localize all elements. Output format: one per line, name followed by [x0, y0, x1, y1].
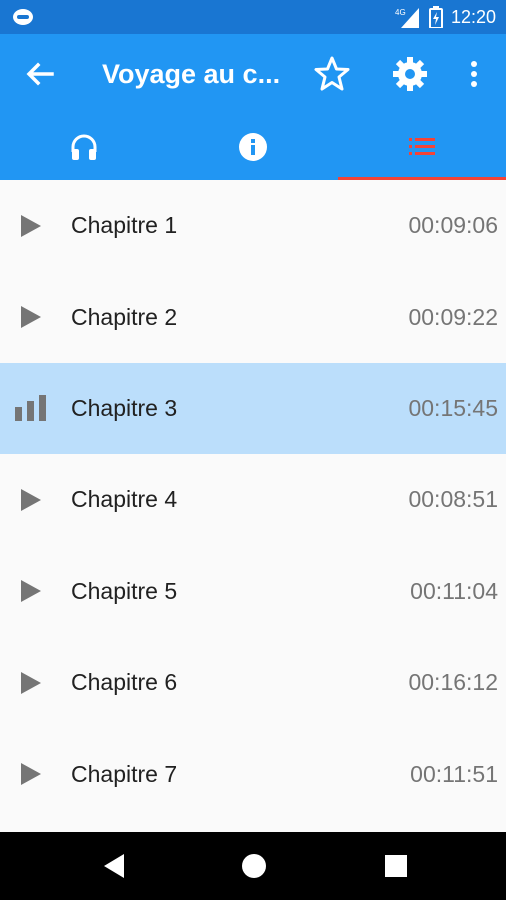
- list-item[interactable]: Chapitre 5 00:11:04: [0, 546, 506, 637]
- svg-text:4G: 4G: [395, 8, 406, 17]
- chapter-label: Chapitre 1: [71, 212, 178, 239]
- chapter-duration: 00:11:51: [410, 760, 498, 787]
- status-bar: 4G 12:20: [0, 0, 506, 34]
- chapter-label: Chapitre 6: [71, 669, 178, 696]
- tab-bar: [0, 114, 506, 180]
- list-item[interactable]: Chapitre 1 00:09:06: [0, 180, 506, 271]
- app-bar: Voyage au c...: [0, 34, 506, 114]
- chapter-label: Chapitre 3: [71, 394, 178, 421]
- list-item[interactable]: Chapitre 2 00:09:22: [0, 271, 506, 362]
- more-vert-icon[interactable]: [462, 56, 486, 92]
- info-icon: [239, 133, 267, 161]
- chapter-label: Chapitre 2: [71, 303, 178, 330]
- notification-icon: [13, 9, 33, 25]
- gear-icon[interactable]: [390, 54, 430, 94]
- nav-back-icon[interactable]: [100, 852, 128, 880]
- play-icon[interactable]: [14, 759, 48, 789]
- chapter-duration: 00:15:45: [408, 394, 498, 421]
- list-item[interactable]: Chapitre 7 00:11:51: [0, 728, 506, 819]
- list-item[interactable]: Chapitre 4 00:08:51: [0, 454, 506, 545]
- play-icon[interactable]: [14, 485, 48, 515]
- battery-icon: [428, 6, 443, 28]
- tab-listen[interactable]: [0, 114, 168, 180]
- signal-icon: 4G: [395, 8, 419, 28]
- chapter-label: Chapitre 4: [71, 486, 178, 513]
- chapter-duration: 00:11:04: [410, 577, 498, 604]
- nav-home-icon[interactable]: [240, 852, 268, 880]
- play-icon[interactable]: [14, 576, 48, 606]
- back-arrow-icon[interactable]: [20, 56, 60, 92]
- list-item[interactable]: Chapitre 6 00:16:12: [0, 637, 506, 728]
- star-icon[interactable]: [312, 54, 352, 94]
- tab-chapters[interactable]: [338, 114, 506, 180]
- list-item-active[interactable]: Chapitre 3 00:15:45: [0, 362, 506, 455]
- tab-info[interactable]: [169, 114, 337, 180]
- play-icon[interactable]: [14, 211, 48, 241]
- headphones-icon: [71, 134, 97, 160]
- chapter-duration: 00:09:06: [408, 212, 498, 239]
- status-time: 12:20: [450, 6, 496, 27]
- chapter-list: Chapitre 1 00:09:06 Chapitre 2 00:09:22 …: [0, 180, 506, 832]
- chapter-duration: 00:08:51: [408, 486, 498, 513]
- page-title: Voyage au c...: [102, 59, 281, 89]
- play-icon[interactable]: [14, 302, 48, 332]
- nav-recents-icon[interactable]: [382, 852, 410, 880]
- chapter-duration: 00:09:22: [408, 303, 498, 330]
- system-nav-bar: [0, 832, 506, 900]
- chapter-label: Chapitre 5: [71, 577, 178, 604]
- equalizer-icon[interactable]: [14, 393, 48, 423]
- chapter-duration: 00:16:12: [408, 669, 498, 696]
- play-icon[interactable]: [14, 668, 48, 698]
- chapter-label: Chapitre 7: [71, 760, 178, 787]
- list-icon: [409, 138, 435, 155]
